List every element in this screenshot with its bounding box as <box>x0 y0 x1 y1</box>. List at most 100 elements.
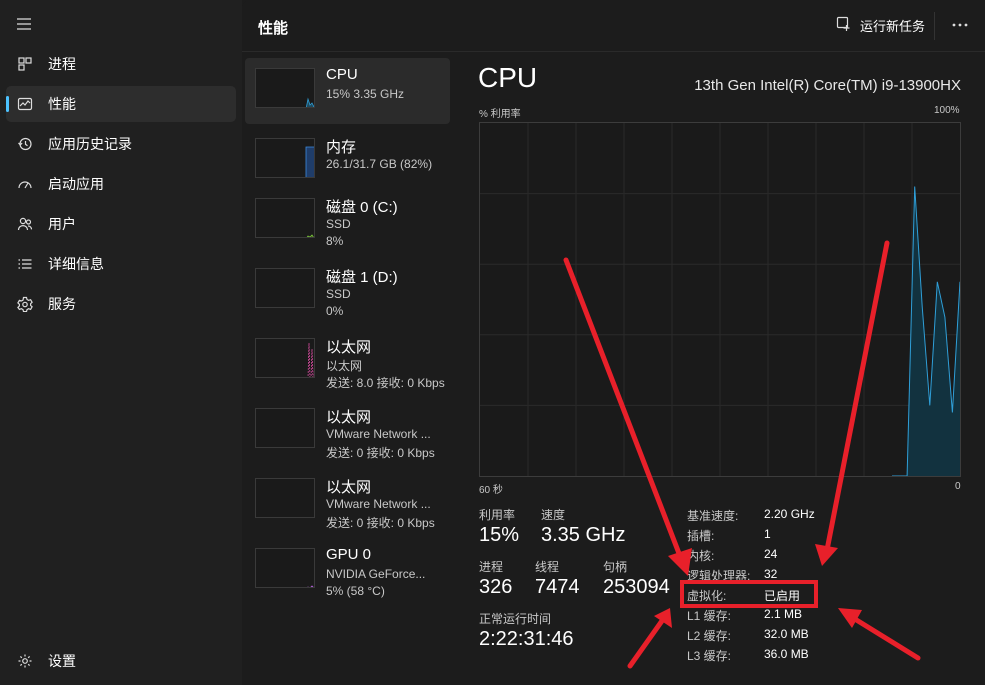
uptime-label: 正常运行时间 <box>479 612 552 626</box>
x-axis-right: 0 <box>955 481 961 492</box>
spec-key: L1 缓存: <box>687 609 732 623</box>
spec-key: 内核: <box>687 549 715 563</box>
resource-name: 内存 <box>326 139 357 156</box>
sidebar-item-label: 详细信息 <box>48 256 104 272</box>
processes-icon <box>16 55 34 73</box>
sidebar-item-settings[interactable]: 设置 <box>6 643 236 679</box>
speed-label: 速度 <box>541 508 566 522</box>
cpu-graph-svg <box>480 123 961 477</box>
y-axis-label: % 利用率 <box>479 109 521 120</box>
spec-value: 36.0 MB <box>764 647 809 661</box>
resource-sub: SSD <box>326 287 351 301</box>
sidebar-item-startup[interactable]: 启动应用 <box>6 166 236 202</box>
ethernet-2-thumbnail <box>255 408 315 448</box>
resource-item-cpu[interactable]: CPU 15% 3.35 GHz <box>245 58 450 124</box>
settings-label: 设置 <box>48 653 76 669</box>
sidebar-item-details[interactable]: 详细信息 <box>6 246 236 282</box>
sidebar-item-label: 性能 <box>48 96 76 112</box>
spec-value: 1 <box>764 527 771 541</box>
startup-icon <box>16 175 34 193</box>
new-task-icon <box>836 16 860 35</box>
sidebar-item-label: 进程 <box>48 56 76 72</box>
resource-name: 以太网 <box>326 409 372 426</box>
resource-item-ethernet-1[interactable]: 以太网 以太网 发送: 8.0 接收: 0 Kbps <box>245 328 450 394</box>
resource-sub: VMware Network ... <box>326 497 431 511</box>
spec-key: 插槽: <box>687 529 715 543</box>
sidebar-item-users[interactable]: 用户 <box>6 206 236 242</box>
resource-sub: NVIDIA GeForce... <box>326 567 426 581</box>
spec-value: 32 <box>764 567 778 581</box>
menu-icon[interactable] <box>14 14 34 34</box>
gpu-0-thumbnail <box>255 548 315 588</box>
run-new-task-button[interactable]: 运行新任务 <box>836 16 925 35</box>
resource-name: 以太网 <box>326 479 372 496</box>
uptime-value: 2:22:31:46 <box>479 628 574 650</box>
performance-icon <box>16 95 34 113</box>
resource-sub: 26.1/31.7 GB (82%) <box>326 157 433 171</box>
speed-value: 3.35 GHz <box>541 524 626 546</box>
resource-sub: SSD <box>326 217 351 231</box>
more-options-icon[interactable] <box>950 14 970 39</box>
sidebar-item-performance[interactable]: 性能 <box>6 86 236 122</box>
processes-value: 326 <box>479 576 513 598</box>
resource-sub: VMware Network ... <box>326 427 431 441</box>
resource-item-disk-1[interactable]: 磁盘 1 (D:) SSD 0% <box>245 258 450 324</box>
virtualization-highlight-box <box>680 580 818 608</box>
header: 性能 运行新任务 <box>242 0 985 52</box>
grid-lines <box>480 123 960 476</box>
resource-item-gpu-0[interactable]: GPU 0 NVIDIA GeForce... 5% (58 °C) <box>245 538 450 604</box>
resource-sub: 发送: 8.0 接收: 0 Kbps <box>326 376 445 390</box>
spec-key: L3 缓存: <box>687 649 732 663</box>
processes-label: 进程 <box>479 560 504 574</box>
users-icon <box>16 215 34 233</box>
ethernet-1-thumbnail <box>255 338 315 378</box>
resource-sub: 发送: 0 接收: 0 Kbps <box>326 516 435 530</box>
memory-thumbnail <box>255 138 315 178</box>
resource-sub: 发送: 0 接收: 0 Kbps <box>326 446 435 460</box>
sidebar-item-app-history[interactable]: 应用历史记录 <box>6 126 236 162</box>
cpu-usage-area <box>892 186 960 476</box>
disk-1-thumbnail <box>255 268 315 308</box>
resource-name: CPU <box>326 66 358 83</box>
sidebar-item-label: 服务 <box>48 296 76 312</box>
x-axis-left: 60 秒 <box>479 485 503 496</box>
resource-item-ethernet-2[interactable]: 以太网 VMware Network ... 发送: 0 接收: 0 Kbps <box>245 398 450 464</box>
handles-label: 句柄 <box>603 560 628 574</box>
sidebar: 进程 性能 应用历史记录 启动应用 用户 详细信息 服务 设置 <box>0 0 242 685</box>
resource-item-ethernet-3[interactable]: 以太网 VMware Network ... 发送: 0 接收: 0 Kbps <box>245 468 450 534</box>
spec-value: 32.0 MB <box>764 627 809 641</box>
resource-sub: 以太网 <box>326 359 363 373</box>
main-panel: 性能 运行新任务 CPU 15% 3.35 GHz 内存 26.1/31.7 G… <box>242 0 985 685</box>
sidebar-item-label: 启动应用 <box>48 176 104 192</box>
spec-key: 基准速度: <box>687 509 739 523</box>
resource-sub: 15% 3.35 GHz <box>326 87 405 101</box>
spec-value: 2.1 MB <box>764 607 803 621</box>
sidebar-item-services[interactable]: 服务 <box>6 286 236 322</box>
details-icon <box>16 255 34 273</box>
sidebar-item-processes[interactable]: 进程 <box>6 46 236 82</box>
threads-label: 线程 <box>535 560 560 574</box>
services-icon <box>16 295 34 313</box>
gear-icon <box>16 652 34 670</box>
spec-key: L2 缓存: <box>687 629 732 643</box>
resource-name: GPU 0 <box>326 546 372 563</box>
y-axis-max: 100% <box>934 105 960 116</box>
utilization-value: 15% <box>479 524 520 546</box>
resource-item-memory[interactable]: 内存 26.1/31.7 GB (82%) <box>245 128 450 194</box>
resource-sub: 5% (58 °C) <box>326 584 385 598</box>
cpu-utilization-graph <box>479 122 961 477</box>
sidebar-item-label: 用户 <box>48 216 76 232</box>
resource-name: 磁盘 0 (C:) <box>326 199 398 216</box>
handles-value: 253094 <box>603 576 670 598</box>
spec-value: 2.20 GHz <box>764 507 815 521</box>
cpu-model: 13th Gen Intel(R) Core(TM) i9-13900HX <box>694 77 961 94</box>
resource-sub: 0% <box>326 304 344 318</box>
threads-value: 7474 <box>535 576 580 598</box>
spec-value: 24 <box>764 547 778 561</box>
disk-0-thumbnail <box>255 198 315 238</box>
header-divider <box>934 12 935 40</box>
resource-sub: 8% <box>326 234 344 248</box>
resource-name: 磁盘 1 (D:) <box>326 269 398 286</box>
resource-item-disk-0[interactable]: 磁盘 0 (C:) SSD 8% <box>245 188 450 254</box>
detail-title: CPU <box>478 62 538 93</box>
